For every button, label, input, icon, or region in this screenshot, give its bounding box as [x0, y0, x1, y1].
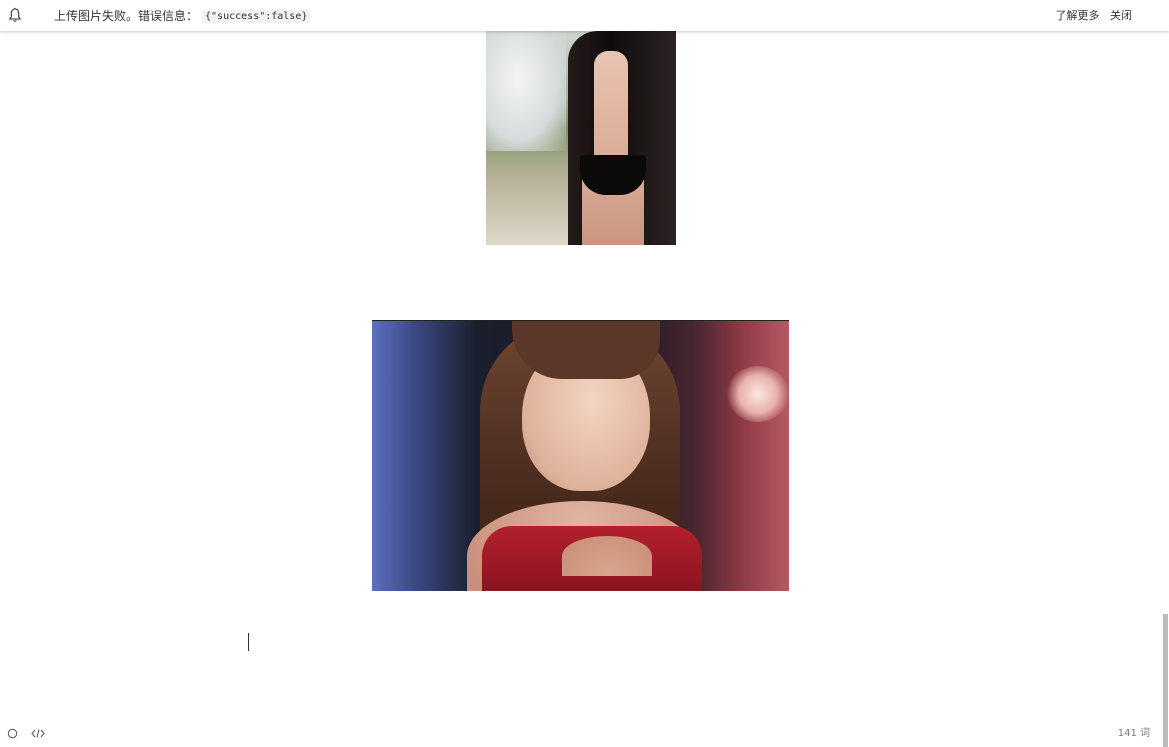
image-skin-area [594, 51, 628, 171]
notification-text: 上传图片失败。错误信息： [54, 9, 199, 23]
notification-message: 上传图片失败。错误信息： {"success":false} [54, 8, 311, 25]
learn-more-link[interactable]: 了解更多 [1056, 9, 1100, 22]
error-code: {"success":false} [202, 10, 311, 23]
embedded-image-1[interactable] [486, 31, 676, 245]
editor-window: 上传图片失败。错误信息： {"success":false} 了解更多 关闭 14… [0, 0, 1169, 747]
bell-icon [8, 7, 22, 22]
image-bokeh-light [727, 366, 789, 422]
image-chest-area [562, 536, 652, 576]
notification-actions: 了解更多 关闭 [1049, 8, 1133, 24]
word-count[interactable]: 141 词 [1118, 728, 1150, 740]
image-horse-area [486, 31, 566, 151]
scrollbar-track[interactable] [1162, 0, 1169, 747]
circle-icon[interactable] [7, 728, 18, 739]
editor-content[interactable] [0, 0, 1162, 747]
image-brief-area [580, 155, 646, 195]
text-caret [248, 633, 249, 651]
image-bangs-area [512, 321, 660, 379]
scrollbar-thumb[interactable] [1163, 614, 1168, 747]
code-icon[interactable] [31, 728, 45, 739]
embedded-image-2[interactable] [372, 320, 789, 591]
notification-bar: 上传图片失败。错误信息： {"success":false} 了解更多 关闭 [0, 0, 1169, 31]
close-notification-link[interactable]: 关闭 [1110, 9, 1132, 22]
